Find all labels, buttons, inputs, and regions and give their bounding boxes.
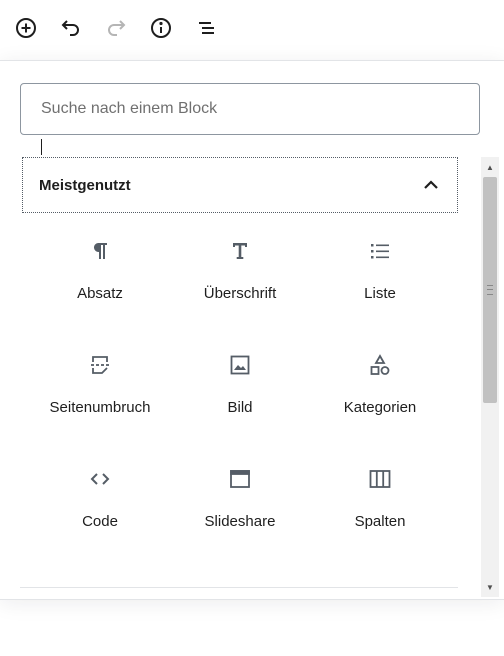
block-item-image[interactable]: Bild bbox=[170, 343, 310, 457]
outline-button[interactable] bbox=[190, 12, 222, 44]
scroll-down-arrow-icon[interactable]: ▼ bbox=[481, 579, 499, 595]
list-icon bbox=[371, 244, 389, 259]
image-icon bbox=[230, 355, 250, 375]
block-item-page-break[interactable]: Seitenumbruch bbox=[30, 343, 170, 457]
block-item-slideshare[interactable]: Slideshare bbox=[170, 457, 310, 571]
categories-icon bbox=[370, 354, 390, 375]
paragraph-icon bbox=[93, 243, 107, 259]
scrollbar-thumb[interactable] bbox=[483, 177, 497, 403]
block-item-list[interactable]: Liste bbox=[310, 229, 450, 343]
block-inserter-popover: Meistgenutzt Absatz Überschrift Liste bbox=[0, 60, 504, 600]
info-button[interactable] bbox=[145, 12, 177, 44]
panel-title: Meistgenutzt bbox=[39, 176, 131, 194]
block-item-label: Absatz bbox=[77, 285, 123, 302]
plus-circle-icon bbox=[16, 18, 36, 38]
block-item-label: Bild bbox=[227, 399, 253, 416]
add-block-button[interactable] bbox=[10, 12, 42, 44]
block-item-label: Code bbox=[82, 513, 118, 530]
block-item-label: Kategorien bbox=[343, 399, 417, 416]
info-icon bbox=[151, 18, 171, 38]
undo-button[interactable] bbox=[55, 12, 87, 44]
undo-icon bbox=[61, 20, 79, 36]
list-outline-icon bbox=[199, 22, 214, 34]
block-item-label: Slideshare bbox=[204, 513, 276, 530]
block-item-categories[interactable]: Kategorien bbox=[310, 343, 450, 457]
scrollbar-grip-icon bbox=[487, 285, 493, 295]
block-item-columns[interactable]: Spalten bbox=[310, 457, 450, 571]
scroll-up-arrow-icon[interactable]: ▲ bbox=[481, 159, 499, 175]
block-item-label: Überschrift bbox=[203, 285, 277, 302]
block-item-label: Liste bbox=[364, 285, 396, 302]
panel-toggle-most-used[interactable]: Meistgenutzt bbox=[22, 157, 458, 213]
embed-window-icon bbox=[230, 470, 250, 488]
code-icon bbox=[90, 473, 110, 485]
section-divider bbox=[20, 587, 458, 588]
block-item-code[interactable]: Code bbox=[30, 457, 170, 571]
block-item-label: Seitenumbruch bbox=[49, 399, 151, 416]
block-item-heading[interactable]: Überschrift bbox=[170, 229, 310, 343]
block-grid: Absatz Überschrift Liste Seitenumbruch B… bbox=[30, 229, 450, 571]
editor-toolbar bbox=[0, 0, 504, 60]
page-break-icon bbox=[91, 356, 109, 374]
redo-button[interactable] bbox=[100, 12, 132, 44]
chevron-up-icon bbox=[424, 180, 438, 189]
block-item-paragraph[interactable]: Absatz bbox=[30, 229, 170, 343]
block-item-label: Spalten bbox=[354, 513, 406, 530]
heading-icon bbox=[233, 243, 247, 259]
text-caret bbox=[41, 139, 42, 155]
columns-icon bbox=[369, 470, 391, 488]
redo-icon bbox=[108, 20, 126, 36]
inserter-scrollbar[interactable]: ▲ ▼ bbox=[481, 157, 499, 597]
block-search-input[interactable] bbox=[20, 83, 480, 135]
